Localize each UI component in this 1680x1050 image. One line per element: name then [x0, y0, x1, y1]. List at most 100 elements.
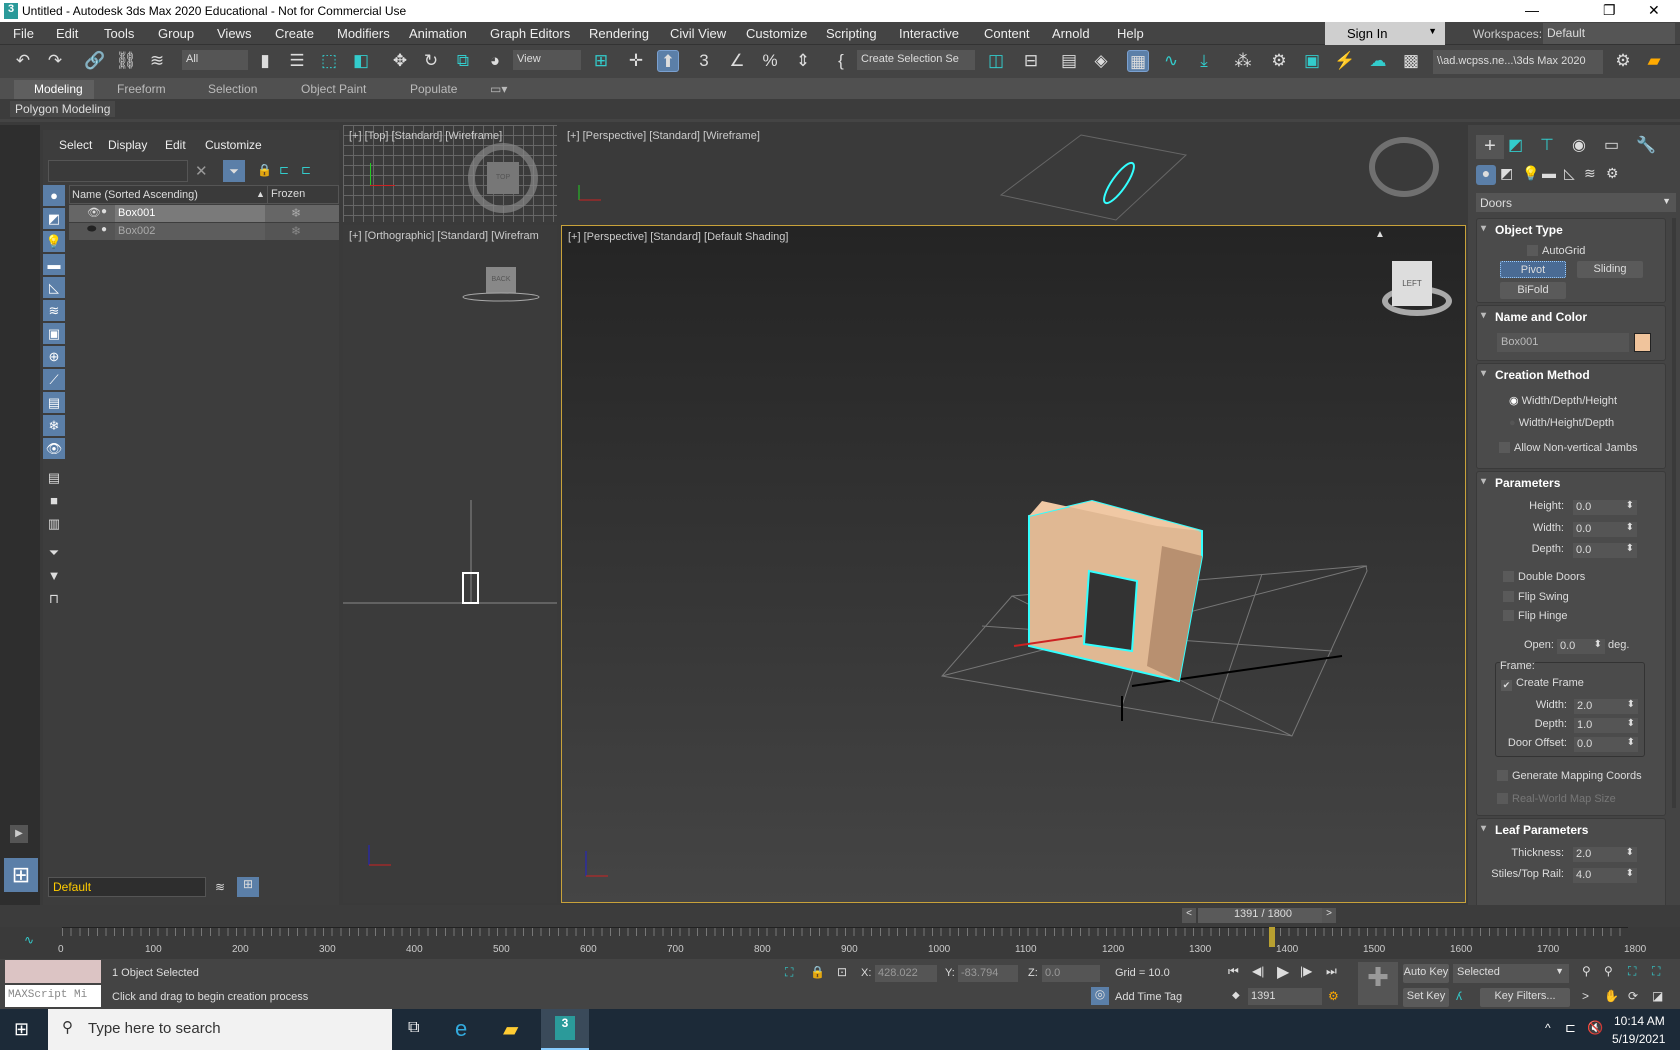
lock-icon[interactable]: 🔒 — [257, 163, 272, 177]
project-folder-dropdown[interactable]: \\ad.wcpss.ne...\3ds Max 2020 — [1433, 50, 1603, 74]
menu-scripting[interactable]: Scripting — [826, 26, 877, 41]
time-tag-icon[interactable]: ◎ — [1091, 987, 1109, 1005]
key-tangent-icon[interactable]: ʎ — [1456, 989, 1462, 1003]
depth-spinner[interactable]: 0.0 — [1573, 543, 1637, 558]
panel-scrollbar[interactable] — [1672, 218, 1676, 808]
modify-tab-icon[interactable]: ◩ — [1508, 135, 1523, 155]
z-coordinate-field[interactable]: 0.0 — [1042, 965, 1100, 982]
clock-time[interactable]: 10:14 AM — [1614, 1014, 1665, 1028]
select-by-name-icon[interactable]: ☰ — [286, 50, 308, 72]
door-offset-spinner[interactable]: 0.0 — [1574, 737, 1638, 752]
thickness-spinner[interactable]: 2.0 — [1573, 847, 1637, 862]
curve-editor-mini-icon[interactable]: ∿ — [24, 933, 34, 947]
double-doors-checkbox[interactable]: Double Doors — [1503, 571, 1585, 583]
menu-tools[interactable]: Tools — [104, 26, 134, 41]
viewport-perspective-wireframe[interactable]: [+] [Perspective] [Standard] [Wireframe] — [561, 125, 1466, 222]
menu-animation[interactable]: Animation — [409, 26, 467, 41]
current-frame-marker[interactable] — [1269, 927, 1276, 947]
polygon-modeling-panel[interactable]: Polygon Modeling — [10, 101, 116, 117]
track-bar[interactable]: ∿ 0 100 200 300 400 500 600 700 800 900 1000 1100 12… — [0, 927, 1680, 959]
width-spinner[interactable]: 0.0 — [1573, 522, 1637, 537]
pivot-button[interactable]: Pivot — [1500, 261, 1566, 278]
sign-in-button[interactable]: Sign In ▼ — [1325, 22, 1445, 45]
display-none-icon[interactable]: ■ — [43, 490, 65, 511]
x-coordinate-field[interactable]: 428.022 — [875, 965, 937, 982]
ribbon-toggle-icon[interactable]: ▦ — [1127, 50, 1149, 72]
named-selection-dropdown[interactable]: Create Selection Se — [857, 50, 975, 70]
curve-editor-icon[interactable]: ∿ — [1160, 50, 1182, 72]
keyboard-shortcut-override-icon[interactable]: ⬆ — [657, 50, 679, 72]
helpers-icon[interactable]: ◺ — [1564, 165, 1575, 182]
redo-icon[interactable]: ↷ — [44, 50, 66, 72]
percent-snap-icon[interactable]: % — [759, 50, 781, 72]
shapes-filter-icon[interactable]: ◩ — [43, 208, 65, 229]
hierarchy-icon[interactable]: ⊏ — [279, 163, 289, 177]
maxscript-input[interactable]: MAXScript Mi — [5, 985, 101, 1007]
menu-customize[interactable]: Customize — [746, 26, 807, 41]
y-coordinate-field[interactable]: -83.794 — [958, 965, 1018, 982]
invert-display-icon[interactable]: ▥ — [43, 513, 65, 534]
select-manipulate-icon[interactable]: ✛ — [625, 50, 647, 72]
selection-set-icon[interactable]: ⊓ — [43, 588, 65, 609]
menu-interactive[interactable]: Interactive — [899, 26, 959, 41]
taskbar-search-input[interactable]: ⚲ Type here to search — [48, 1009, 392, 1050]
link-icon[interactable]: 🔗 — [84, 50, 106, 72]
motion-tab-icon[interactable]: ◉ — [1572, 135, 1586, 155]
reference-coordinate-dropdown[interactable]: View — [513, 50, 581, 70]
key-mode-icon[interactable]: ◆ — [1232, 990, 1240, 1001]
ribbon-options-icon[interactable]: ▭▾ — [490, 82, 507, 96]
zoom-icon[interactable]: ⚲ — [1582, 964, 1591, 978]
transform-mode-icon[interactable]: ⊡ — [837, 965, 847, 979]
sliding-button[interactable]: Sliding — [1577, 261, 1643, 278]
rendered-frame-window-icon[interactable]: ▣ — [1301, 50, 1323, 72]
display-tab-icon[interactable]: ▭ — [1604, 135, 1619, 155]
window-crossing-icon[interactable]: ◧ — [350, 50, 372, 72]
geometry-filter-icon[interactable]: ● — [43, 185, 65, 206]
systems-gear-icon[interactable]: ⚙ — [1606, 165, 1619, 182]
cameras-icon[interactable]: ▬ — [1542, 165, 1556, 181]
filter-icon[interactable]: ⏷ — [223, 160, 245, 182]
rollout-title[interactable]: Creation Method — [1481, 368, 1590, 382]
unlink-icon[interactable]: ⛓ — [115, 50, 137, 72]
rollout-title[interactable]: Name and Color — [1481, 310, 1587, 324]
goto-start-icon[interactable]: ⏮ — [1228, 964, 1239, 979]
material-editor-icon[interactable]: ⁂ — [1232, 50, 1254, 72]
lights-filter-icon[interactable]: 💡 — [43, 231, 65, 252]
schematic-view-icon[interactable]: ⤓ — [1193, 50, 1215, 72]
explorer-menu-display[interactable]: Display — [108, 138, 147, 152]
tab-object-paint[interactable]: Object Paint — [301, 82, 366, 96]
layer-explorer-icon[interactable]: ◈ — [1090, 50, 1112, 72]
freeze-icon[interactable]: ❄ — [291, 206, 301, 220]
undo-icon[interactable]: ↶ — [12, 50, 34, 72]
viewcube-icon[interactable]: LEFT — [1392, 261, 1432, 306]
viewcube-face[interactable]: TOP — [487, 162, 519, 194]
orbit-icon[interactable]: ⟳ — [1628, 989, 1638, 1003]
eye-icon[interactable]: 👁 — [87, 206, 101, 219]
spinner-snap-icon[interactable]: ⇕ — [792, 50, 814, 72]
bind-space-warp-icon[interactable]: ≋ — [146, 50, 168, 72]
helpers-filter-icon[interactable]: ◺ — [43, 277, 65, 298]
prev-key-icon[interactable]: ◀| — [1252, 964, 1264, 978]
clear-search-icon[interactable]: ✕ — [195, 162, 208, 180]
pivot-center-icon[interactable]: ⊞ — [590, 50, 612, 72]
create-frame-checkbox[interactable]: ✔ Create Frame — [1501, 677, 1584, 691]
menu-file[interactable]: File — [13, 26, 34, 41]
set-key-big-icon[interactable]: ✚ — [1358, 962, 1398, 1005]
maximize-viewport-icon[interactable]: ◪ — [1652, 989, 1663, 1003]
align-icon[interactable]: ⊟ — [1020, 50, 1042, 72]
maxscript-listener[interactable] — [5, 960, 101, 983]
viewport-layout-icon[interactable]: ⊞ — [4, 858, 38, 892]
cameras-filter-icon[interactable]: ▬ — [43, 254, 65, 275]
minimize-button[interactable]: — — [1525, 2, 1539, 18]
explorer-menu-select[interactable]: Select — [59, 138, 92, 152]
explorer-search-input[interactable] — [48, 160, 188, 182]
key-mode-dropdown[interactable]: Selected ▼ — [1453, 964, 1569, 983]
rollout-title[interactable]: Object Type — [1481, 223, 1563, 237]
edge-browser-icon[interactable]: e — [455, 1016, 467, 1042]
volume-muted-icon[interactable]: 🔇 — [1587, 1020, 1603, 1036]
geometry-icon[interactable]: ● — [1476, 165, 1496, 185]
play-icon[interactable]: ▶ — [1277, 962, 1289, 982]
menu-content[interactable]: Content — [984, 26, 1030, 41]
lock-icon[interactable]: ▲ — [1375, 229, 1385, 240]
project-settings-icon[interactable]: ⚙ — [1612, 50, 1634, 72]
